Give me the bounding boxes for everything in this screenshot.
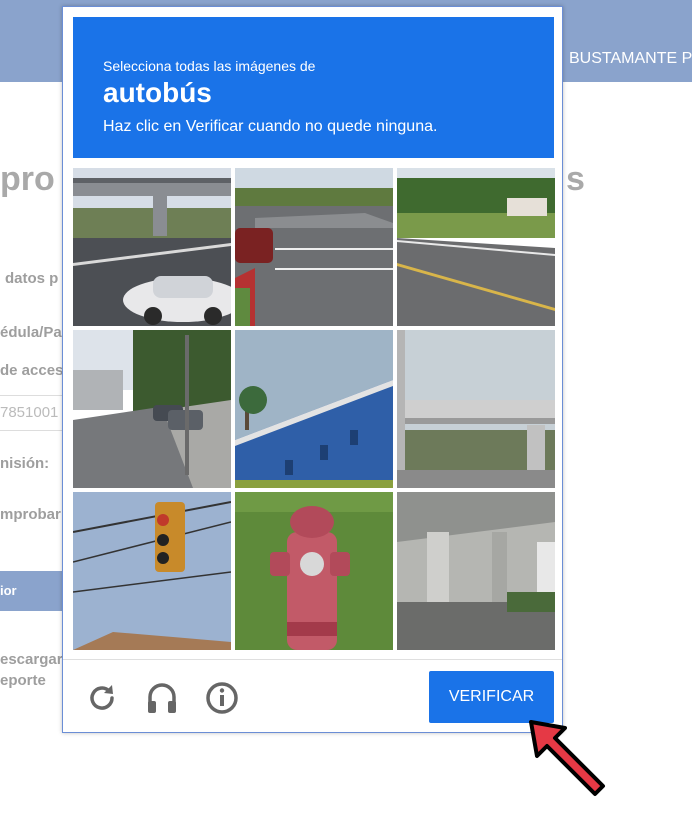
report-link[interactable]: eporte xyxy=(0,672,46,689)
page-title-fragment-right: s xyxy=(566,160,585,198)
captcha-tile-overpass-with-white-car[interactable] xyxy=(73,168,231,326)
access-code-input[interactable]: 7851001 xyxy=(0,395,63,431)
captcha-tile-street-with-parked-cars[interactable] xyxy=(73,330,231,488)
form-label: mprobar xyxy=(0,506,61,523)
captcha-header: Selecciona todas las imágenes de autobús… xyxy=(73,17,554,158)
form-label: édula/Pa xyxy=(0,324,62,341)
user-name[interactable]: BUSTAMANTE P xyxy=(569,50,692,68)
captcha-tile-highway-overpass[interactable] xyxy=(397,330,555,488)
form-button[interactable]: ior xyxy=(0,571,62,611)
download-link[interactable]: escargar xyxy=(0,651,63,668)
captcha-tile-traffic-light[interactable] xyxy=(73,492,231,650)
footer-divider xyxy=(63,659,562,660)
captcha-tile-blue-building-wall[interactable] xyxy=(235,330,393,488)
pointer-arrow-icon xyxy=(525,716,613,800)
info-icon[interactable] xyxy=(205,681,239,715)
instruction-line1: Selecciona todas las imágenes de xyxy=(103,58,316,74)
input-value: 7851001 xyxy=(0,404,59,421)
headphones-icon[interactable] xyxy=(145,681,179,715)
target-object: autobús xyxy=(103,77,212,108)
page-title-fragment: pro xyxy=(0,160,55,198)
captcha-tile-red-fire-hydrant[interactable] xyxy=(235,492,393,650)
reload-icon[interactable] xyxy=(85,681,119,715)
captcha-tile-empty-road[interactable] xyxy=(397,168,555,326)
form-label: datos p xyxy=(5,270,59,287)
form-label: nisión: xyxy=(0,455,50,472)
captcha-challenge: Selecciona todas las imágenes de autobús… xyxy=(62,6,563,733)
instruction-line2: Haz clic en Verificar cuando no quede ni… xyxy=(103,118,438,135)
captcha-tile-parking-lot-road[interactable] xyxy=(235,168,393,326)
captcha-tile-under-bridge[interactable] xyxy=(397,492,555,650)
form-label: de acces xyxy=(0,362,64,379)
